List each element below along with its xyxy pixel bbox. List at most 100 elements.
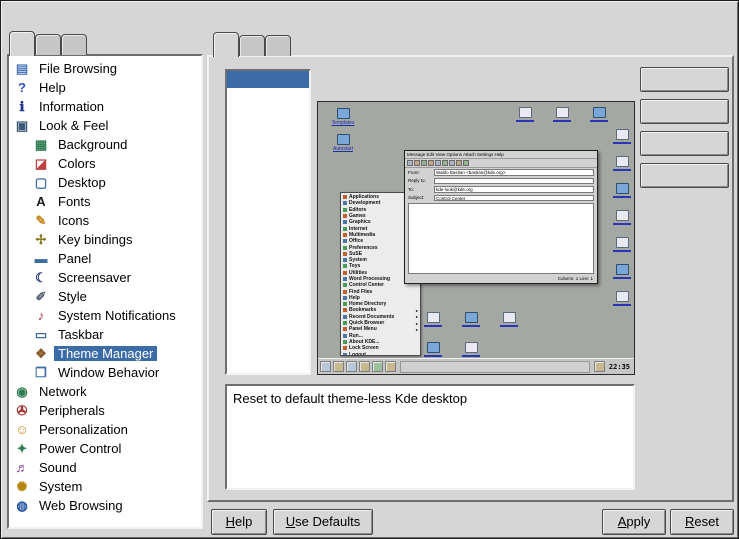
theme-list-item[interactable] bbox=[227, 71, 309, 88]
menu-item-icon bbox=[343, 239, 347, 243]
theme-action-button[interactable] bbox=[640, 131, 729, 156]
tree-item-icon: ✺ bbox=[14, 479, 30, 495]
theme-list-item[interactable] bbox=[227, 122, 309, 139]
mail-header-field: Reply to: bbox=[405, 177, 597, 186]
tree-item-icon: ✦ bbox=[14, 441, 30, 457]
tree-item[interactable]: ♪ System Notifications bbox=[9, 306, 201, 325]
tree-item-icon: ♪ bbox=[33, 308, 49, 323]
theme-action-button[interactable] bbox=[640, 67, 729, 92]
tree-item[interactable]: ? Help bbox=[9, 78, 201, 97]
menu-item-icon bbox=[343, 327, 347, 331]
mail-statusbar: Column: 1 Line: 1 bbox=[405, 275, 597, 283]
tree-item[interactable]: ✢ Key bindings bbox=[9, 230, 201, 249]
toolbar-icon bbox=[456, 160, 462, 166]
file-icon bbox=[616, 183, 629, 194]
left-tab[interactable] bbox=[35, 34, 61, 55]
tree-item-label: Theme Manager bbox=[54, 346, 157, 361]
menu-item-label: Games bbox=[349, 213, 366, 219]
use-defaults-button[interactable]: Use Defaults bbox=[273, 509, 373, 535]
menu-item-icon bbox=[343, 201, 347, 205]
tree-item[interactable]: ☾ Screensaver bbox=[9, 268, 201, 287]
theme-list bbox=[225, 69, 311, 375]
tree-item-icon: ❖ bbox=[33, 346, 49, 362]
k-menu-item: Logout... bbox=[341, 351, 420, 356]
menubar-item[interactable] bbox=[62, 13, 80, 17]
left-tab[interactable] bbox=[61, 34, 87, 55]
preview-taskbar: 22:35 bbox=[318, 358, 634, 374]
folder-icon bbox=[337, 108, 350, 119]
tree-item[interactable]: ❐ Window Behavior bbox=[9, 363, 201, 382]
tree-item-label: Panel bbox=[54, 251, 95, 266]
tree-item-label: System Notifications bbox=[54, 308, 180, 323]
menubar-item[interactable] bbox=[44, 13, 62, 17]
taskbar-icon bbox=[333, 361, 344, 372]
right-tab[interactable] bbox=[265, 35, 291, 56]
desktop-icon: Templates bbox=[320, 108, 366, 126]
tree-item[interactable]: ✺ System bbox=[9, 477, 201, 496]
tree-item[interactable]: ▭ Taskbar bbox=[9, 325, 201, 344]
taskbar-icon bbox=[359, 361, 370, 372]
desktop-icon bbox=[613, 237, 631, 252]
menu-item-label: Recent Documents bbox=[349, 314, 394, 320]
tree-item[interactable]: ☺ Personalization bbox=[9, 420, 201, 439]
tree-item[interactable]: ✐ Style bbox=[9, 287, 201, 306]
submenu-arrow-icon: ▸ bbox=[416, 308, 418, 313]
tree-item-label: Taskbar bbox=[54, 327, 108, 342]
tree-item-label: Peripherals bbox=[35, 403, 109, 418]
tree-item[interactable]: ❖ Theme Manager bbox=[9, 344, 201, 363]
file-icon bbox=[556, 107, 569, 118]
taskbar-icon bbox=[372, 361, 383, 372]
menu-item-icon bbox=[343, 340, 347, 344]
file-icon bbox=[427, 342, 440, 353]
tree-item[interactable]: ▢ Desktop bbox=[9, 173, 201, 192]
tree-item[interactable]: ▦ Background bbox=[9, 135, 201, 154]
reset-button[interactable]: Reset bbox=[670, 509, 734, 535]
right-tab[interactable] bbox=[239, 35, 265, 56]
tree-item[interactable]: ♬ Sound bbox=[9, 458, 201, 477]
tree-item[interactable]: ◉ Network bbox=[9, 382, 201, 401]
tree-item[interactable]: A Fonts bbox=[9, 192, 201, 211]
field-value bbox=[434, 178, 594, 185]
file-icon bbox=[616, 129, 629, 140]
menubar-item[interactable] bbox=[26, 13, 44, 17]
theme-action-button[interactable] bbox=[640, 163, 729, 188]
tree-item[interactable]: ▤ File Browsing bbox=[9, 59, 201, 78]
left-tab[interactable] bbox=[9, 31, 35, 56]
tree-item[interactable]: ◪ Colors bbox=[9, 154, 201, 173]
menu-item-icon bbox=[343, 271, 347, 275]
menu-item-label: Help bbox=[349, 295, 360, 301]
tree-item-icon: ✢ bbox=[33, 232, 49, 248]
icon-label-line bbox=[516, 120, 534, 122]
menubar-item[interactable] bbox=[8, 13, 26, 17]
menu-item-icon bbox=[343, 308, 347, 312]
theme-action-button[interactable] bbox=[640, 99, 729, 124]
right-tab[interactable] bbox=[213, 32, 239, 57]
tree-item[interactable]: ✦ Power Control bbox=[9, 439, 201, 458]
help-button[interactable]: Help bbox=[211, 509, 267, 535]
theme-list-item[interactable] bbox=[227, 105, 309, 122]
tree-item-label: System bbox=[35, 479, 86, 494]
tree-item[interactable]: ▬ Panel bbox=[9, 249, 201, 268]
menu-item-icon bbox=[343, 290, 347, 294]
desktop-icon bbox=[551, 107, 573, 122]
theme-list-item[interactable] bbox=[227, 88, 309, 105]
tree-item[interactable]: ✇ Peripherals bbox=[9, 401, 201, 420]
tree-item[interactable]: ◍ Web Browsing bbox=[9, 496, 201, 515]
tree-item-label: Power Control bbox=[35, 441, 125, 456]
icon-label-line bbox=[613, 142, 631, 144]
menu-item-label: Multimedia bbox=[349, 232, 375, 238]
theme-list-item[interactable] bbox=[227, 139, 309, 156]
field-label: Subject: bbox=[408, 195, 432, 200]
menu-item-label: Panel Menu bbox=[349, 326, 377, 332]
tree-item[interactable]: ▣ Look & Feel bbox=[9, 116, 201, 135]
apply-button[interactable]: Apply bbox=[602, 509, 666, 535]
tree-item[interactable]: ✎ Icons bbox=[9, 211, 201, 230]
menu-item-label: Home Directory bbox=[349, 301, 386, 307]
file-icon bbox=[616, 264, 629, 275]
menu-item-label: Find Files bbox=[349, 289, 372, 295]
tree-item[interactable]: ℹ Information bbox=[9, 97, 201, 116]
menu-item-label: Editors bbox=[349, 207, 366, 213]
taskbar-window-button bbox=[400, 361, 590, 373]
icon-label-line bbox=[613, 304, 631, 306]
tree-item-icon: ▣ bbox=[14, 118, 30, 134]
